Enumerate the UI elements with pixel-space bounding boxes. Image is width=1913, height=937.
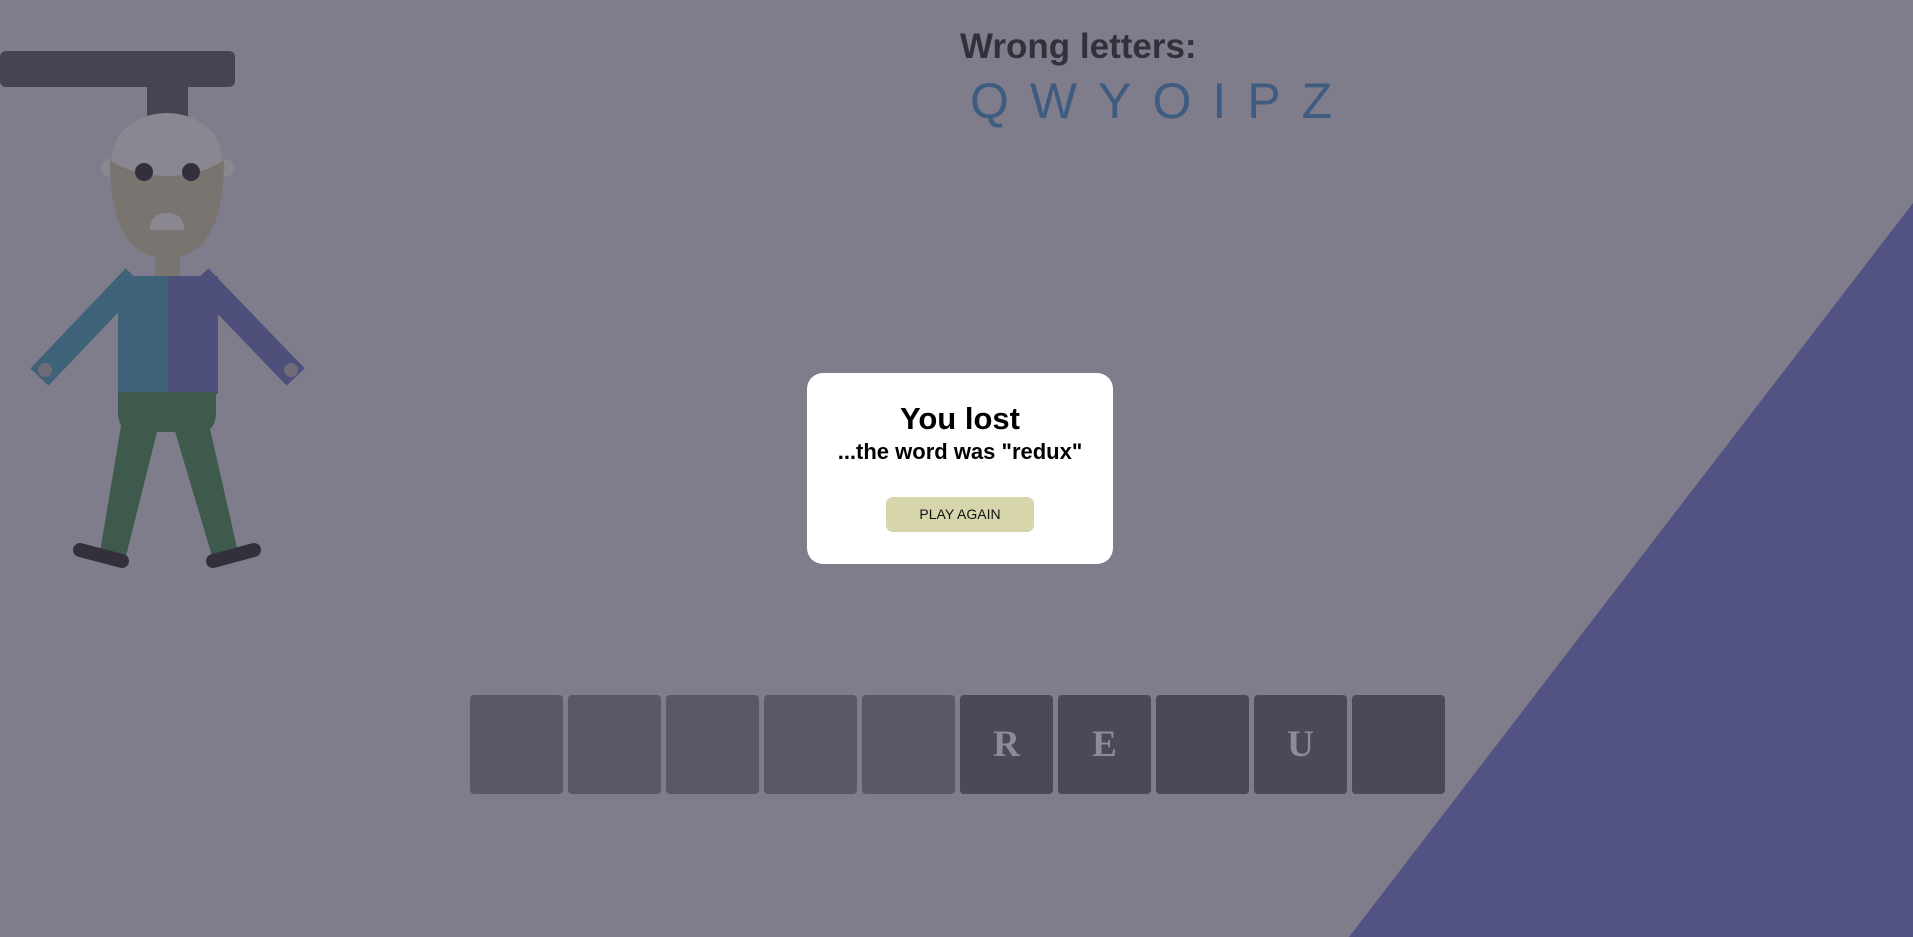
wrong-letter: I — [1212, 73, 1227, 129]
right-eye-icon — [182, 163, 200, 181]
right-hand-icon — [284, 363, 298, 377]
right-arm-icon — [190, 268, 305, 386]
wrong-letters-panel: Wrong letters: Q W Y O I P Z — [960, 26, 1332, 130]
wrong-letters-list: Q W Y O I P Z — [970, 72, 1332, 130]
modal-title: You lost — [900, 401, 1020, 436]
wrong-letter: O — [1152, 73, 1192, 129]
letter-slot — [666, 695, 759, 794]
letter-slot: R — [960, 695, 1053, 794]
wrong-letter: Y — [1098, 73, 1132, 129]
word-slots: R E U — [470, 695, 1445, 794]
letter-slot — [470, 695, 563, 794]
right-leg-icon — [174, 420, 238, 556]
left-leg-icon — [100, 420, 158, 556]
left-arm-icon — [30, 268, 144, 386]
modal-message: ...the word was "redux" — [837, 439, 1083, 464]
letter-slot — [862, 695, 955, 794]
gallows-beam-icon — [0, 51, 235, 87]
letter-slot — [764, 695, 857, 794]
letter-slot — [568, 695, 661, 794]
letter-slot: U — [1254, 695, 1347, 794]
left-hand-icon — [38, 363, 52, 377]
game-over-modal: You lost ...the word was "redux" PLAY AG… — [807, 373, 1113, 564]
wrong-letters-title: Wrong letters: — [960, 27, 1197, 66]
wrong-letter: Z — [1301, 73, 1333, 129]
letter-slot: E — [1058, 695, 1151, 794]
letter-slot — [1352, 695, 1445, 794]
wrong-letter: W — [1029, 73, 1078, 129]
wrong-letter: Q — [970, 73, 1009, 129]
left-torso-icon — [118, 276, 168, 394]
rope-icon — [147, 85, 188, 117]
left-eye-icon — [135, 163, 153, 181]
right-torso-icon — [168, 276, 218, 394]
hangman-figure — [0, 51, 305, 568]
letter-slot — [1156, 695, 1249, 794]
play-again-button[interactable]: PLAY AGAIN — [886, 497, 1034, 532]
wrong-letter: P — [1247, 73, 1281, 129]
neck-icon — [155, 256, 180, 278]
